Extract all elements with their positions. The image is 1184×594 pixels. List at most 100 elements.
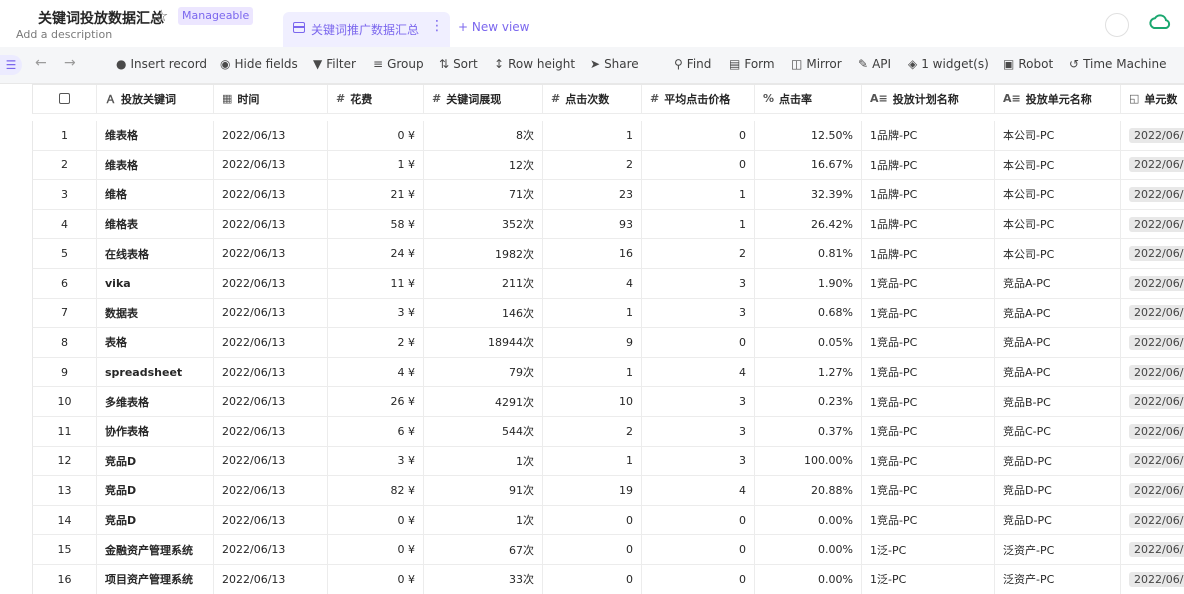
impressions-cell[interactable]: 79次 [424, 357, 543, 387]
ctr-cell[interactable]: 0.37% [755, 417, 862, 446]
table-row[interactable]: 15 金融资产管理系统 2022/06/13 0 ¥67次 0 0 0.00% 1泛-PC 泛资… [32, 535, 1184, 565]
star-icon[interactable]: ☆ [154, 6, 168, 25]
plan-cell[interactable]: 1竞品-PC [862, 298, 995, 328]
unit-count-cell[interactable]: 2022/06/ [1121, 506, 1184, 535]
column-header-ctr[interactable]: % 点击率 [755, 85, 862, 113]
table-row[interactable]: 4 维格表 2022/06/13 58 ¥352次 93 1 26.42% 1品牌-PC 本公司… [32, 209, 1184, 240]
column-header-plan[interactable]: A≡ 投放计划名称 [862, 85, 995, 113]
impressions-cell[interactable]: 18944次 [424, 328, 543, 357]
row-number[interactable]: 8 [33, 328, 97, 357]
clicks-cell[interactable]: 1 [543, 121, 642, 150]
clicks-cell[interactable]: 10 [543, 387, 642, 416]
sort-button[interactable]: ⇅ Sort [439, 57, 478, 71]
clicks-cell[interactable]: 23 [543, 180, 642, 209]
row-number[interactable]: 7 [33, 298, 97, 328]
cost-cell[interactable]: 0 ¥ [328, 121, 424, 150]
ctr-cell[interactable]: 26.42% [755, 209, 862, 239]
ctr-cell[interactable]: 0.00% [755, 535, 862, 564]
keyword-cell[interactable]: 金融资产管理系统 [97, 535, 214, 564]
ctr-cell[interactable]: 0.81% [755, 239, 862, 268]
unit-cell[interactable]: 本公司-PC [995, 121, 1121, 150]
keyword-cell[interactable]: 多维表格 [97, 387, 214, 416]
sidebar-toggle-icon[interactable]: ☰ [0, 55, 22, 75]
clicks-cell[interactable]: 19 [543, 476, 642, 505]
add-description-link[interactable]: Add a description [16, 28, 112, 41]
table-row[interactable]: 3 维格 2022/06/13 21 ¥71次 23 1 32.39% 1品牌-PC 本公司-P… [32, 180, 1184, 210]
new-view-button[interactable]: + New view [458, 20, 530, 34]
clicks-cell[interactable]: 93 [543, 209, 642, 239]
ctr-cell[interactable]: 100.00% [755, 446, 862, 476]
clicks-cell[interactable]: 9 [543, 328, 642, 357]
keyword-cell[interactable]: 在线表格 [97, 239, 214, 268]
hide-fields-button[interactable]: ◉ Hide fields [220, 57, 298, 71]
unit-count-cell[interactable]: 2022/06/ [1121, 121, 1184, 150]
date-cell[interactable]: 2022/06/13 [214, 446, 328, 476]
plan-cell[interactable]: 1竞品-PC [862, 446, 995, 476]
plan-cell[interactable]: 1竞品-PC [862, 387, 995, 416]
row-number[interactable]: 1 [33, 121, 97, 150]
unit-cell[interactable]: 竞品A-PC [995, 328, 1121, 357]
keyword-cell[interactable]: spreadsheet [97, 357, 214, 387]
row-number[interactable]: 9 [33, 357, 97, 387]
filter-button[interactable]: ▼ Filter [313, 57, 356, 71]
avg-price-cell[interactable]: 0 [642, 565, 755, 594]
ctr-cell[interactable]: 16.67% [755, 150, 862, 180]
avg-price-cell[interactable]: 3 [642, 387, 755, 416]
date-cell[interactable]: 2022/06/13 [214, 328, 328, 357]
table-row[interactable]: 16 项目资产管理系统 2022/06/13 0 ¥33次 0 0 0.00% 1泛-PC 泛资… [32, 565, 1184, 594]
plan-cell[interactable]: 1竞品-PC [862, 269, 995, 298]
ctr-cell[interactable]: 0.00% [755, 565, 862, 594]
unit-cell[interactable]: 竞品D-PC [995, 476, 1121, 505]
share-button[interactable]: ➤ Share [590, 57, 639, 71]
cost-cell[interactable]: 4 ¥ [328, 357, 424, 387]
clicks-cell[interactable]: 0 [543, 535, 642, 564]
clicks-cell[interactable]: 4 [543, 269, 642, 298]
checkbox-icon[interactable] [59, 93, 70, 105]
cost-cell[interactable]: 82 ¥ [328, 476, 424, 505]
ctr-cell[interactable]: 1.27% [755, 357, 862, 387]
row-number[interactable]: 15 [33, 535, 97, 564]
ctr-cell[interactable]: 12.50% [755, 121, 862, 150]
cost-cell[interactable]: 0 ¥ [328, 505, 424, 535]
impressions-cell[interactable]: 1次 [424, 505, 543, 535]
unit-cell[interactable]: 本公司-PC [995, 209, 1121, 239]
keyword-cell[interactable]: 竞品D [97, 505, 214, 535]
avg-price-cell[interactable]: 0 [642, 505, 755, 535]
unit-count-cell[interactable]: 2022/06/ [1121, 535, 1184, 564]
avg-price-cell[interactable]: 0 [642, 150, 755, 180]
unit-count-cell[interactable]: 2022/06/ [1121, 328, 1184, 357]
row-number[interactable]: 2 [33, 150, 97, 180]
table-row[interactable]: 13 竞品D 2022/06/13 82 ¥91次 19 4 20.88% 1竞品-PC 竞品D… [32, 476, 1184, 506]
avg-price-cell[interactable]: 0 [642, 535, 755, 564]
impressions-cell[interactable]: 352次 [424, 209, 543, 239]
unit-count-cell[interactable]: 2022/06/ [1121, 565, 1184, 594]
table-row[interactable]: 1 维表格 2022/06/13 0 ¥8次 1 0 12.50% 1品牌-PC 本公司-PC 2… [32, 121, 1184, 151]
ctr-cell[interactable]: 32.39% [755, 180, 862, 209]
unit-count-cell[interactable]: 2022/06/ [1121, 417, 1184, 446]
clicks-cell[interactable]: 1 [543, 357, 642, 387]
keyword-cell[interactable]: 竞品D [97, 446, 214, 476]
date-cell[interactable]: 2022/06/13 [214, 417, 328, 446]
impressions-cell[interactable]: 12次 [424, 150, 543, 180]
group-button[interactable]: ≡ Group [373, 57, 424, 71]
cost-cell[interactable]: 3 ¥ [328, 446, 424, 476]
robot-button[interactable]: ▣ Robot [1003, 57, 1053, 71]
api-button[interactable]: ✎ API [858, 57, 891, 71]
widgets-button[interactable]: ◈ 1 widget(s) [908, 57, 989, 71]
clicks-cell[interactable]: 16 [543, 239, 642, 268]
datasheet-title[interactable]: 关键词投放数据汇总 [38, 8, 164, 28]
avg-price-cell[interactable]: 1 [642, 209, 755, 239]
cost-cell[interactable]: 24 ¥ [328, 239, 424, 268]
table-row[interactable]: 12 竞品D 2022/06/13 3 ¥1次 1 3 100.00% 1竞品-PC 竞品D-P… [32, 446, 1184, 477]
date-cell[interactable]: 2022/06/13 [214, 298, 328, 328]
row-number[interactable]: 11 [33, 417, 97, 446]
impressions-cell[interactable]: 146次 [424, 298, 543, 328]
date-cell[interactable]: 2022/06/13 [214, 565, 328, 594]
ctr-cell[interactable]: 0.05% [755, 328, 862, 357]
date-cell[interactable]: 2022/06/13 [214, 505, 328, 535]
unit-cell[interactable]: 竞品A-PC [995, 269, 1121, 298]
date-cell[interactable]: 2022/06/13 [214, 535, 328, 564]
avg-price-cell[interactable]: 0 [642, 121, 755, 150]
row-number[interactable]: 5 [33, 239, 97, 268]
ctr-cell[interactable]: 0.68% [755, 298, 862, 328]
